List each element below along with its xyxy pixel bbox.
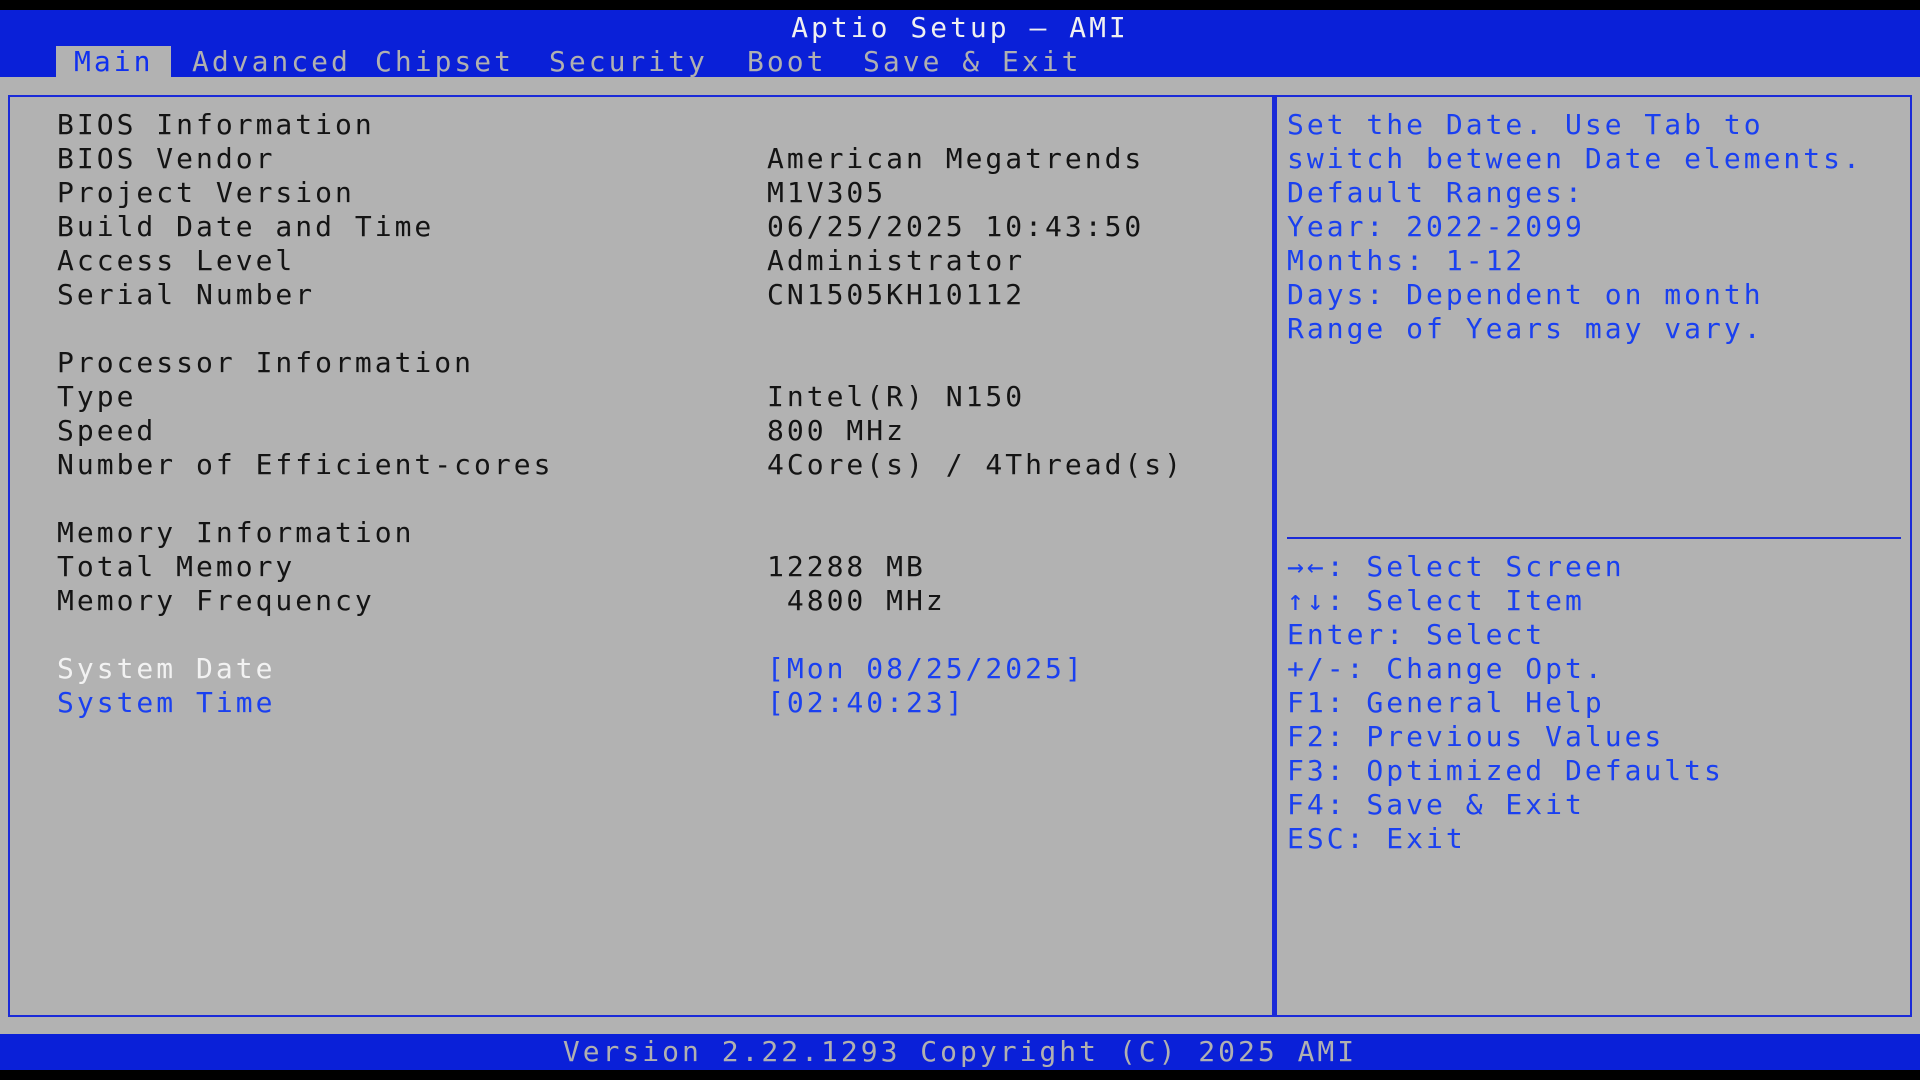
tab-main[interactable]: Main	[56, 46, 172, 77]
memory-frequency-label: Memory Frequency	[57, 584, 375, 617]
processor-type-value: Intel(R) N150	[767, 380, 1026, 413]
help-text-line: Range of Years may vary.	[1287, 312, 1764, 345]
build-date-label: Build Date and Time	[57, 210, 435, 243]
processor-speed-row: Speed 800 MHz	[57, 414, 903, 448]
processor-info-header: Processor Information	[57, 346, 475, 379]
help-text-line: Months: 1-12	[1287, 244, 1526, 277]
processor-type-label: Type	[57, 380, 137, 413]
help-text-line: Days: Dependent on month	[1287, 278, 1764, 311]
bios-vendor-value: American Megatrends	[767, 142, 1145, 175]
key-hint-select-screen: →←: Select Screen	[1287, 550, 1625, 583]
system-time-label[interactable]: System Time	[57, 686, 275, 719]
total-memory-row: Total Memory 12288 MB	[57, 550, 923, 584]
memory-info-header: Memory Information	[57, 516, 415, 549]
access-level-value: Administrator	[767, 244, 1026, 277]
tab-security[interactable]: Security	[531, 46, 726, 77]
processor-cores-label: Number of Efficient-cores	[57, 448, 554, 481]
help-text-line: Default Ranges:	[1287, 176, 1585, 209]
help-text-line: Set the Date. Use Tab to	[1287, 108, 1764, 141]
access-level-label: Access Level	[57, 244, 296, 277]
processor-cores-row: Number of Efficient-cores 4Core(s) / 4Th…	[57, 448, 1181, 482]
system-date-row[interactable]: System Date [Mon 08/25/2025]	[57, 652, 1082, 686]
memory-frequency-row: Memory Frequency 4800 MHz	[57, 584, 943, 618]
system-time-value[interactable]: [02:40:23]	[767, 686, 966, 720]
app-title: Aptio Setup – AMI	[791, 11, 1129, 44]
processor-cores-value: 4Core(s) / 4Thread(s)	[767, 448, 1185, 481]
bios-vendor-row: BIOS Vendor American Megatrends	[57, 142, 1141, 176]
settings-panel: BIOS Information BIOS Vendor American Me…	[8, 95, 1274, 1017]
project-version-value: M1V305	[767, 176, 887, 209]
version-footer: Version 2.22.1293 Copyright (C) 2025 AMI	[0, 1034, 1920, 1070]
key-hint-select-item: ↑↓: Select Item	[1287, 584, 1585, 617]
total-memory-label: Total Memory	[57, 550, 296, 583]
serial-number-row: Serial Number CN1505KH10112	[57, 278, 1022, 312]
total-memory-value: 12288 MB	[767, 550, 926, 583]
serial-number-value: CN1505KH10112	[767, 278, 1026, 311]
build-date-row: Build Date and Time 06/25/2025 10:43:50	[57, 210, 1141, 244]
key-hint-f4: F4: Save & Exit	[1287, 788, 1585, 821]
system-date-value[interactable]: [Mon 08/25/2025]	[767, 652, 1085, 686]
project-version-label: Project Version	[57, 176, 355, 209]
system-date-label[interactable]: System Date	[57, 652, 275, 685]
tab-chipset[interactable]: Chipset	[357, 46, 532, 77]
system-time-row[interactable]: System Time [02:40:23]	[57, 686, 963, 720]
build-date-value: 06/25/2025 10:43:50	[767, 210, 1145, 243]
key-hint-enter: Enter: Select	[1287, 618, 1546, 651]
processor-speed-label: Speed	[57, 414, 157, 447]
top-bar: Aptio Setup – AMI Main Advanced Chipset …	[0, 10, 1920, 77]
tab-boot[interactable]: Boot	[729, 46, 844, 77]
key-hint-f2: F2: Previous Values	[1287, 720, 1665, 753]
help-separator	[1287, 537, 1901, 539]
processor-speed-value: 800 MHz	[767, 414, 907, 447]
memory-frequency-value: 4800 MHz	[767, 584, 946, 617]
bios-info-header: BIOS Information	[57, 108, 375, 141]
bios-vendor-label: BIOS Vendor	[57, 142, 276, 175]
key-hint-esc: ESC: Exit	[1287, 822, 1466, 855]
help-text-line: Year: 2022-2099	[1287, 210, 1585, 243]
access-level-row: Access Level Administrator	[57, 244, 1022, 278]
tab-advanced[interactable]: Advanced	[174, 46, 369, 77]
processor-type-row: Type Intel(R) N150	[57, 380, 1022, 414]
key-hint-change-opt: +/-: Change Opt.	[1287, 652, 1605, 685]
key-hint-f1: F1: General Help	[1287, 686, 1605, 719]
help-panel: Set the Date. Use Tab to switch between …	[1275, 95, 1912, 1017]
tab-save-exit[interactable]: Save & Exit	[845, 46, 1099, 77]
project-version-row: Project Version M1V305	[57, 176, 883, 210]
main-area: BIOS Information BIOS Vendor American Me…	[0, 77, 1920, 1034]
serial-number-label: Serial Number	[57, 278, 316, 311]
key-hint-f3: F3: Optimized Defaults	[1287, 754, 1724, 787]
help-text-line: switch between Date elements.	[1287, 142, 1863, 175]
